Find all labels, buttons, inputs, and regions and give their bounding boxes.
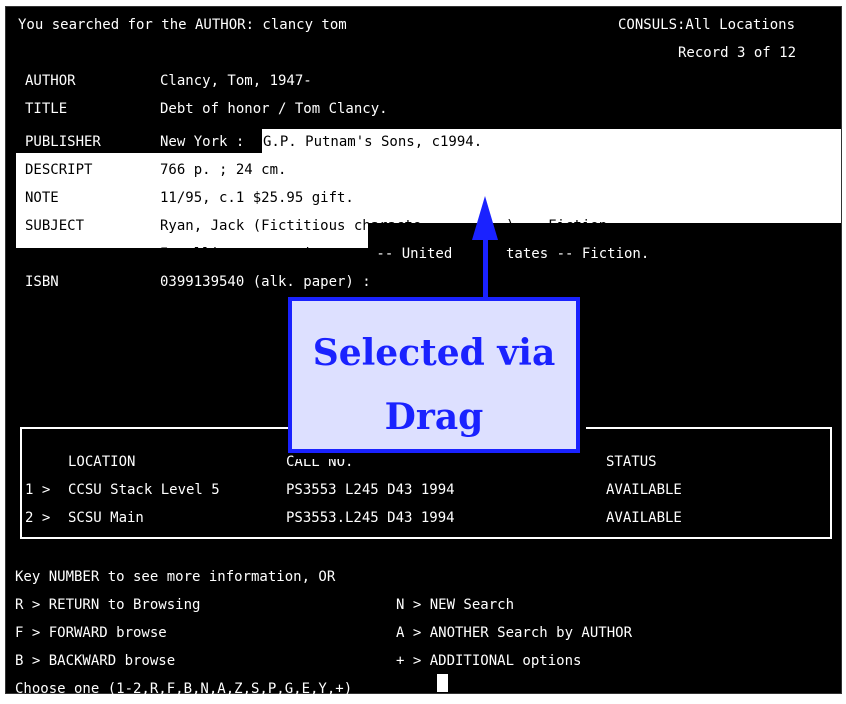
holding-location: CCSU Stack Level 5 bbox=[68, 482, 220, 498]
annotation-arrow-head bbox=[472, 196, 498, 240]
menu-option-another-author[interactable]: A > ANOTHER Search by AUTHOR bbox=[396, 624, 632, 642]
annotation-line1: Selected via bbox=[312, 332, 556, 374]
subject-value-line2-end: tates -- Fiction. bbox=[506, 246, 650, 262]
author-value: Clancy, Tom, 1947- bbox=[160, 73, 312, 89]
holding-row-number: 1 > bbox=[25, 482, 51, 498]
selection-highlight-block bbox=[16, 153, 841, 223]
author-label: AUTHOR bbox=[25, 73, 76, 89]
isbn-value: 0399139540 (alk. paper) : bbox=[160, 274, 371, 290]
publisher-value-prefix: New York : bbox=[160, 134, 253, 150]
annotation-callout: Selected via Drag bbox=[288, 297, 580, 453]
search-summary: You searched for the AUTHOR: clancy tom bbox=[18, 17, 347, 33]
subject-label: SUBJECT bbox=[25, 218, 85, 234]
holding-call-no: PS3553.L245 D43 1994 bbox=[286, 510, 455, 526]
menu-prompt-intro: Key NUMBER to see more information, OR bbox=[15, 569, 336, 585]
menu-option-backward[interactable]: B > BACKWARD browse bbox=[15, 652, 175, 670]
holding-location: SCSU Main bbox=[68, 510, 144, 526]
menu-option-return[interactable]: R > RETURN to Browsing bbox=[15, 596, 200, 614]
annotation-arrow-shaft bbox=[483, 236, 488, 298]
holding-status: AVAILABLE bbox=[606, 510, 682, 526]
menu-option-additional[interactable]: + > ADDITIONAL options bbox=[396, 652, 581, 670]
menu-option-new-search[interactable]: N > NEW Search bbox=[396, 596, 514, 614]
title-value: Debt of honor / Tom Clancy. bbox=[160, 101, 388, 117]
holding-row-number: 2 > bbox=[25, 510, 51, 526]
location-scope: CONSULS:All Locations bbox=[618, 17, 796, 33]
descript-value: 766 p. ; 24 cm. bbox=[160, 162, 287, 178]
holdings-header-location: LOCATION bbox=[68, 454, 136, 470]
descript-label: DESCRIPT bbox=[25, 162, 93, 178]
holdings-header-status: STATUS bbox=[606, 454, 657, 470]
holding-status: AVAILABLE bbox=[606, 482, 682, 498]
annotation-line2: Drag bbox=[384, 396, 484, 438]
note-label: NOTE bbox=[25, 190, 59, 206]
note-value: 11/95, c.1 $25.95 gift. bbox=[160, 190, 354, 206]
subject-value-line1: Ryan, Jack (Fictitious characte bbox=[160, 218, 422, 234]
isbn-label: ISBN bbox=[25, 274, 59, 290]
title-label: TITLE bbox=[25, 101, 68, 117]
screen: You searched for the AUTHOR: clancy tom … bbox=[0, 0, 846, 704]
subject-value-line2-middle: -- United bbox=[368, 246, 461, 262]
subject-value-line1-end: ) -- Fiction. bbox=[506, 218, 616, 234]
holding-call-no: PS3553 L245 D43 1994 bbox=[286, 482, 455, 498]
publisher-value-selected: G.P. Putnam's Sons, c1994. bbox=[263, 134, 483, 150]
text-cursor[interactable] bbox=[437, 674, 448, 692]
holdings-header-call-no: CALL NO. bbox=[286, 454, 354, 470]
record-position: Record 3 of 12 bbox=[678, 45, 797, 61]
menu-option-forward[interactable]: F > FORWARD browse bbox=[15, 624, 167, 642]
subject-value-line2-selected: Intelligence service bbox=[160, 246, 329, 262]
choose-prompt: Choose one (1-2,R,F,B,N,A,Z,S,P,G,E,Y,+) bbox=[15, 681, 353, 697]
publisher-label: PUBLISHER bbox=[25, 134, 101, 150]
